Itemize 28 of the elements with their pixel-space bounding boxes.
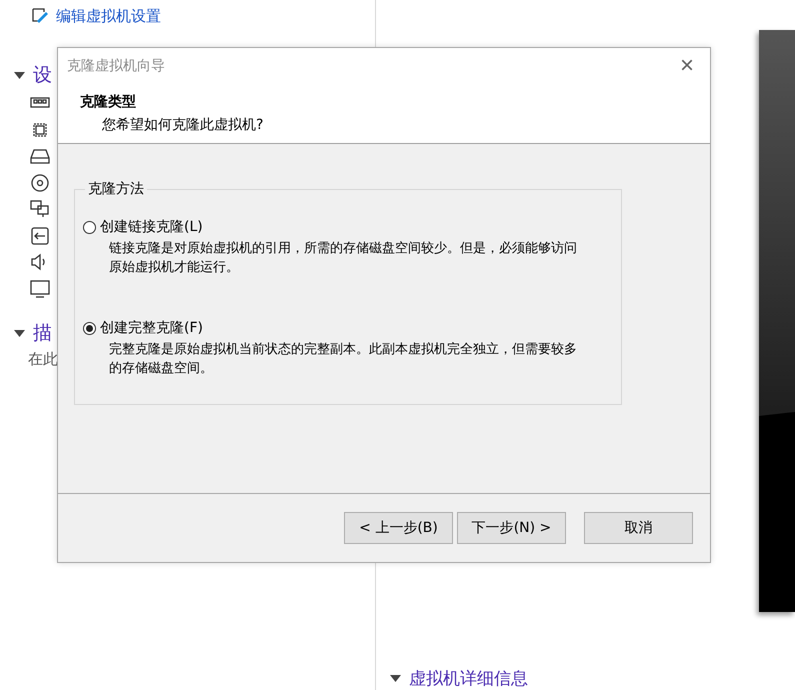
radio-icon[interactable] <box>83 322 96 334</box>
edit-vm-settings-link[interactable]: 编辑虚拟机设置 <box>56 6 161 26</box>
radio-option[interactable]: 创建链接克隆(L) <box>83 218 203 236</box>
disc-icon <box>30 174 50 192</box>
monitor-icon <box>30 280 50 298</box>
network-icon <box>30 200 50 218</box>
section-title[interactable]: 虚拟机详细信息 <box>409 666 528 690</box>
collapse-arrow-icon[interactable] <box>390 674 401 682</box>
option-description: 完整克隆是原始虚拟机当前状态的完整副本。此副本虚拟机完全独立，但需要较多的存储磁盘空间。 <box>109 341 578 378</box>
radio-icon[interactable] <box>83 220 96 234</box>
usb-icon <box>30 226 50 245</box>
radio-option[interactable]: 创建完整克隆(F) <box>83 319 203 337</box>
close-button[interactable]: × <box>678 54 696 78</box>
description-text: 在此 <box>28 350 58 369</box>
window-title: 克隆虚拟机向导 <box>67 57 165 75</box>
edit-settings-icon <box>32 7 50 25</box>
next-button[interactable]: 下一步(N) > <box>457 512 566 544</box>
section-title[interactable]: 设 <box>33 62 52 88</box>
option-description: 链接克隆是对原始虚拟机的引用，所需的存储磁盘空间较少。但是，必须能够访问原始虚拟机才能运行。 <box>109 240 578 277</box>
page-heading: 克隆类型 <box>80 93 137 111</box>
cancel-button[interactable]: 取消 <box>584 512 693 544</box>
group-title: 克隆方法 <box>87 180 145 198</box>
page-subheading: 您希望如何克隆此虚拟机? <box>102 116 264 134</box>
hard-drive-icon <box>30 147 50 166</box>
collapse-arrow-icon[interactable] <box>14 330 25 336</box>
collapse-arrow-icon[interactable] <box>14 72 25 78</box>
section-title[interactable]: 描 <box>33 320 52 346</box>
back-button[interactable]: < 上一步(B) <box>344 512 453 544</box>
